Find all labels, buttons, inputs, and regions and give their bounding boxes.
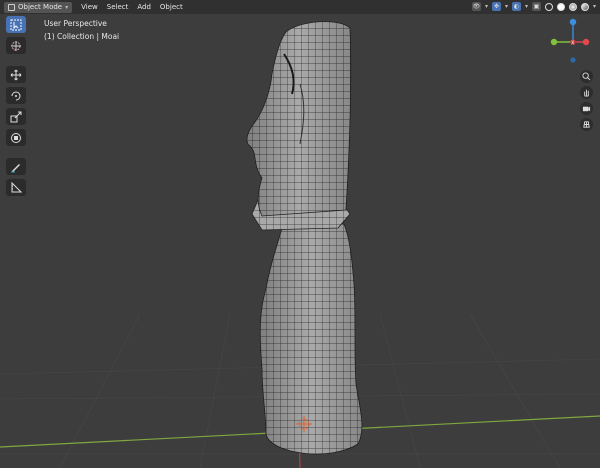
chevron-down-icon: ▾	[65, 3, 69, 11]
measure-tool[interactable]	[6, 179, 26, 196]
crosshair-circle-icon	[11, 40, 21, 51]
gizmo-toggle-icon[interactable]: ✥	[491, 2, 501, 11]
moai-mesh	[246, 21, 363, 455]
tool-shelf	[4, 16, 28, 196]
gizmo-y-handle	[550, 38, 558, 46]
camera-icon	[582, 106, 591, 112]
mode-dropdown[interactable]: Object Mode ▾	[4, 1, 73, 13]
overlays-icon[interactable]: ◐	[511, 2, 521, 11]
cursor-tool[interactable]	[6, 37, 26, 54]
active-object-label: (1) Collection | Moai	[44, 32, 120, 41]
navigation-gizmo[interactable]: X	[546, 14, 596, 64]
gizmo-z-handle	[569, 18, 577, 26]
menu-object[interactable]: Object	[160, 3, 183, 11]
gizmo-x-handle	[582, 38, 590, 46]
move-arrows-icon	[10, 69, 22, 80]
hand-icon	[584, 89, 589, 97]
pan-button[interactable]	[580, 86, 593, 99]
magnifier-icon	[582, 72, 591, 81]
transform-icon	[11, 132, 21, 143]
move-tool[interactable]	[6, 66, 26, 83]
transform-tool[interactable]	[6, 129, 26, 146]
perspective-toggle-button[interactable]	[580, 118, 593, 131]
camera-button[interactable]	[580, 102, 593, 115]
menu-view[interactable]: View	[81, 3, 98, 11]
chevron-down-icon[interactable]: ▾	[485, 3, 488, 10]
cursor-arrow-icon	[10, 19, 22, 30]
grid-perspective-icon	[583, 121, 590, 128]
chevron-down-icon[interactable]: ▾	[525, 3, 528, 10]
object-mode-icon	[8, 3, 15, 11]
visibility-icon[interactable]: 👁	[471, 2, 481, 11]
rotate-icon	[11, 91, 21, 100]
select-box-tool[interactable]	[6, 16, 26, 33]
rendered-shading-icon[interactable]	[580, 2, 589, 11]
viewport-info: User Perspective (1) Collection | Moai	[44, 17, 119, 43]
xray-icon[interactable]: ▣	[531, 2, 541, 11]
solid-shading-icon[interactable]	[556, 2, 565, 11]
scale-icon	[10, 111, 22, 122]
menu-add[interactable]: Add	[137, 3, 151, 11]
zoom-button[interactable]	[580, 70, 593, 83]
rotate-tool[interactable]	[6, 87, 26, 104]
view-name: User Perspective	[44, 19, 107, 28]
ruler-icon	[11, 181, 22, 192]
pencil-icon	[11, 163, 20, 172]
chevron-down-icon[interactable]: ▾	[505, 3, 508, 10]
menu-select[interactable]: Select	[107, 3, 129, 11]
gizmo-x-label: X	[571, 41, 575, 47]
chevron-down-icon[interactable]: ▾	[593, 3, 596, 10]
mode-label: Object Mode	[18, 3, 63, 11]
material-shading-icon[interactable]	[568, 2, 577, 11]
viewport-canvas[interactable]	[0, 14, 600, 468]
viewport-header: Object Mode ▾ View Select Add Object 👁 ▾…	[0, 0, 600, 14]
annotate-tool[interactable]	[6, 158, 26, 175]
header-right-controls: 👁 ▾ ✥ ▾ ◐ ▾ ▣ ▾	[471, 2, 596, 11]
wireframe-shading-icon[interactable]	[544, 2, 553, 11]
scale-tool[interactable]	[6, 108, 26, 125]
gizmo-neg-z-handle	[570, 57, 576, 63]
